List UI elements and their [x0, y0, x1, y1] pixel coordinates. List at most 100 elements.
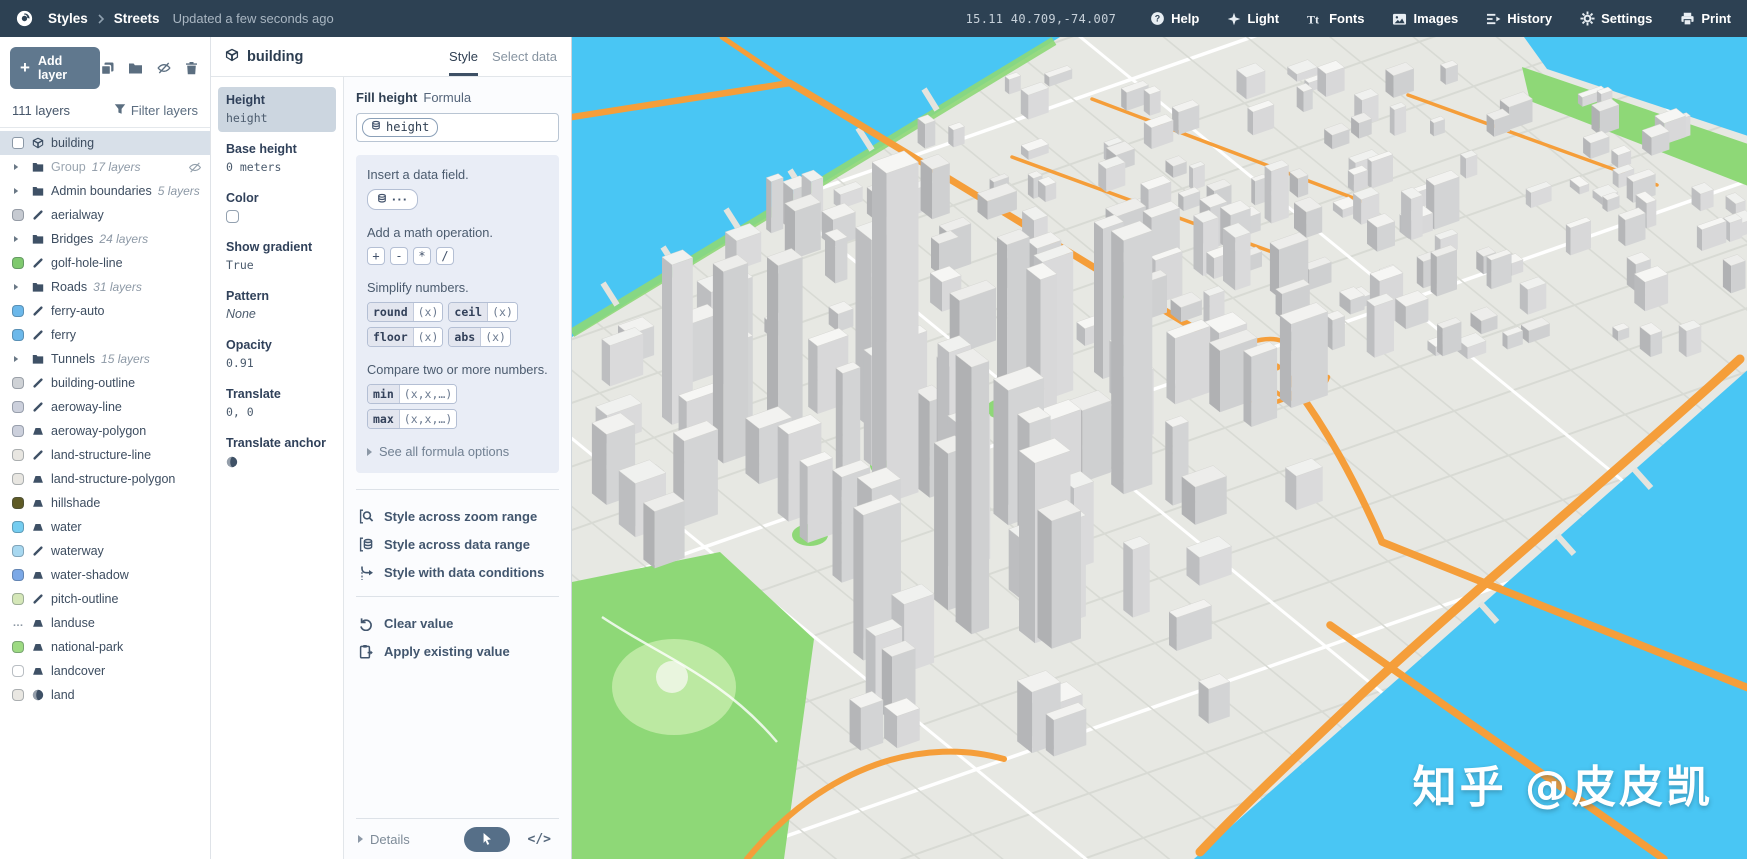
layer-row-pitch-outline[interactable]: pitch-outline — [0, 587, 210, 611]
property-color[interactable]: Color — [218, 185, 336, 230]
layer-row-landuse[interactable]: …landuse — [0, 611, 210, 635]
layer-name: landcover — [51, 664, 105, 678]
see-all-formula-options[interactable]: See all formula options — [367, 444, 548, 459]
layer-row-golf-hole-line[interactable]: golf-hole-line — [0, 251, 210, 275]
layer-row-admin-boundaries[interactable]: Admin boundaries5 layers — [0, 179, 210, 203]
layer-row-waterway[interactable]: waterway — [0, 539, 210, 563]
fill-icon — [32, 521, 44, 533]
map-canvas[interactable] — [572, 37, 1747, 859]
topbar-settings-button[interactable]: Settings — [1580, 11, 1652, 26]
round-function-button[interactable]: round(x) — [367, 302, 443, 322]
layer-row-land-structure-polygon[interactable]: land-structure-polygon — [0, 467, 210, 491]
expand-caret-icon[interactable] — [12, 355, 24, 363]
cursor-mode-toggle[interactable] — [464, 827, 510, 852]
math-op-button[interactable]: + — [367, 247, 385, 265]
property-label: Base height — [226, 142, 328, 157]
layer-row-national-park[interactable]: national-park — [0, 635, 210, 659]
layer-row-roads[interactable]: Roads31 layers — [0, 275, 210, 299]
folder-icon — [32, 282, 44, 293]
code-view-toggle[interactable]: </> — [526, 830, 553, 849]
layer-row-land-structure-line[interactable]: land-structure-line — [0, 443, 210, 467]
color-swatch — [12, 521, 24, 533]
property-translate-anchor[interactable]: Translate anchor — [218, 430, 336, 478]
property-show-gradient[interactable]: Show gradientTrue — [218, 234, 336, 279]
property-opacity[interactable]: Opacity0.91 — [218, 332, 336, 377]
topbar-images-button[interactable]: Images — [1392, 11, 1458, 26]
layer-count: 111 layers — [12, 103, 70, 118]
print-icon — [1680, 12, 1695, 26]
layer-checkbox[interactable] — [12, 137, 24, 149]
style-across-zoom-range-button[interactable]: Style across zoom range — [358, 509, 557, 524]
layer-row-ferry[interactable]: ferry — [0, 323, 210, 347]
formula-value-input[interactable]: height — [356, 113, 559, 142]
property-translate[interactable]: Translate0, 0 — [218, 381, 336, 426]
clear-value-button[interactable]: Clear value — [358, 616, 557, 631]
color-swatch — [12, 425, 24, 437]
style-with-data-conditions-button[interactable]: Style with data conditions — [358, 565, 557, 580]
tab-style[interactable]: Style — [449, 37, 478, 76]
apply-existing-value-button[interactable]: Apply existing value — [358, 644, 557, 659]
visibility-off-icon[interactable] — [188, 161, 202, 174]
layer-row-building-outline[interactable]: building-outline — [0, 371, 210, 395]
layer-row-ferry-auto[interactable]: ferry-auto — [0, 299, 210, 323]
layer-name: land-structure-line — [51, 448, 151, 462]
layer-row-building[interactable]: building — [0, 131, 210, 155]
breadcrumb-styles[interactable]: Styles — [48, 11, 88, 26]
topbar-light-button[interactable]: Light — [1227, 11, 1279, 26]
tab-select-data[interactable]: Select data — [492, 37, 557, 76]
add-layer-button[interactable]: + Add layer — [10, 47, 100, 89]
abs-function-button[interactable]: abs(x) — [448, 327, 511, 347]
expand-caret-icon[interactable] — [12, 187, 24, 195]
details-toggle[interactable]: Details — [358, 832, 410, 847]
layer-row-aerialway[interactable]: aerialway — [0, 203, 210, 227]
layer-row-tunnels[interactable]: Tunnels15 layers — [0, 347, 210, 371]
height-data-token[interactable]: height — [362, 118, 438, 137]
floor-function-button[interactable]: floor(x) — [367, 327, 443, 347]
math-op-button[interactable]: * — [413, 247, 431, 265]
expand-caret-icon[interactable] — [12, 235, 24, 243]
globe-icon — [32, 689, 44, 701]
layer-row-landcover[interactable]: landcover — [0, 659, 210, 683]
color-value-swatch[interactable] — [226, 210, 239, 223]
group-layers-button[interactable] — [128, 62, 143, 75]
breadcrumb-style-name[interactable]: Streets — [114, 11, 160, 26]
insert-data-field-button[interactable]: ··· — [367, 189, 418, 210]
topbar-fonts-button[interactable]: TtFonts — [1307, 11, 1364, 26]
fonts-icon: Tt — [1307, 12, 1323, 26]
delete-layer-button[interactable] — [185, 61, 198, 75]
field-mode[interactable]: Formula — [423, 90, 471, 105]
ceil-function-button[interactable]: ceil(x) — [448, 302, 517, 322]
layer-count: 15 layers — [101, 352, 150, 366]
topbar-help-button[interactable]: ?Help — [1150, 11, 1199, 26]
layer-row-group[interactable]: Group17 layers — [0, 155, 210, 179]
layer-name: land — [51, 688, 75, 702]
layer-row-aeroway-polygon[interactable]: aeroway-polygon — [0, 419, 210, 443]
cursor-arrow-icon — [481, 832, 493, 846]
funnel-icon — [114, 103, 126, 118]
duplicate-layer-button[interactable] — [100, 61, 115, 76]
math-op-button[interactable]: - — [390, 247, 408, 265]
layer-row-land[interactable]: land — [0, 683, 210, 707]
layer-row-water[interactable]: water — [0, 515, 210, 539]
layer-row-hillshade[interactable]: hillshade — [0, 491, 210, 515]
map-viewport[interactable]: 知乎 @皮皮凯 — [572, 37, 1747, 859]
layer-row-water-shadow[interactable]: water-shadow — [0, 563, 210, 587]
color-swatch — [12, 449, 24, 461]
property-pattern[interactable]: PatternNone — [218, 283, 336, 328]
topbar-print-button[interactable]: Print — [1680, 11, 1731, 26]
top-bar: Styles Streets Updated a few seconds ago… — [0, 0, 1747, 37]
expand-caret-icon[interactable] — [12, 163, 24, 171]
topbar-history-button[interactable]: History — [1486, 11, 1552, 26]
math-op-button[interactable]: / — [436, 247, 454, 265]
layer-row-aeroway-line[interactable]: aeroway-line — [0, 395, 210, 419]
mapbox-logo-icon[interactable] — [16, 10, 33, 27]
toggle-visibility-button[interactable] — [156, 61, 172, 75]
property-base-height[interactable]: Base height0 meters — [218, 136, 336, 181]
expand-caret-icon[interactable] — [12, 283, 24, 291]
property-height[interactable]: Heightheight — [218, 87, 336, 132]
style-across-data-range-button[interactable]: Style across data range — [358, 537, 557, 552]
max-function-button[interactable]: max(x,x,…) — [367, 409, 457, 429]
min-function-button[interactable]: min(x,x,…) — [367, 384, 457, 404]
layer-row-bridges[interactable]: Bridges24 layers — [0, 227, 210, 251]
filter-layers-button[interactable]: Filter layers — [114, 103, 198, 118]
